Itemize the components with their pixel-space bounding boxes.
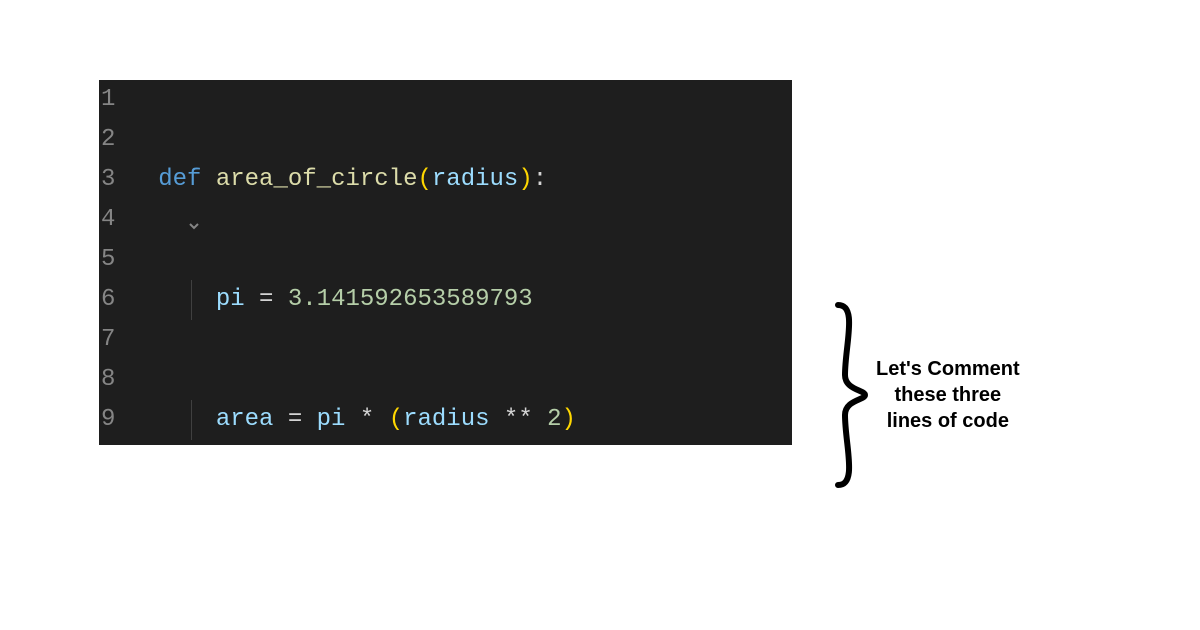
assign: = (273, 400, 316, 440)
annotation-text: Let's Comment these three lines of code (876, 356, 1020, 434)
line-number: 6 (101, 280, 115, 320)
colon: : (533, 160, 547, 200)
line-number: 7 (101, 320, 115, 360)
num-pi: 3.141592653589793 (288, 280, 533, 320)
code-line: pi = 3.141592653589793 (129, 280, 784, 320)
line-number: 8 (101, 360, 115, 400)
line-number: 3 (101, 160, 115, 200)
line-number: 5 (101, 240, 115, 280)
line-number-gutter: 1 2 3 4 5 6 7 8 9 (99, 80, 121, 445)
param-radius: radius (432, 160, 518, 200)
line-number: 1 (101, 80, 115, 120)
var-pi: pi (216, 280, 245, 320)
var-area: area (216, 400, 274, 440)
code-line: area = pi * (radius ** 2) (129, 400, 784, 440)
code-editor: 1 2 3 4 5 6 7 8 9 def area_of_circle(rad… (99, 80, 792, 445)
code-area[interactable]: def area_of_circle(radius): pi = 3.14159… (121, 80, 792, 445)
assign: = (245, 280, 288, 320)
paren-close: ) (562, 400, 576, 440)
annotation: Let's Comment these three lines of code (830, 300, 1020, 490)
function-name: area_of_circle (216, 160, 418, 200)
line-number: 4 (101, 200, 115, 240)
var-pi-ref: pi (317, 400, 346, 440)
op-pow: ** (490, 400, 548, 440)
paren-close: ) (518, 160, 532, 200)
chevron-down-icon[interactable] (119, 170, 200, 290)
line-number: 2 (101, 120, 115, 160)
code-line: def area_of_circle(radius): (129, 160, 784, 200)
paren-open: ( (389, 400, 403, 440)
curly-brace-icon (830, 300, 870, 490)
num-2: 2 (547, 400, 561, 440)
op-mul: * (345, 400, 388, 440)
paren-open: ( (417, 160, 431, 200)
line-number: 9 (101, 400, 115, 440)
var-radius: radius (403, 400, 489, 440)
